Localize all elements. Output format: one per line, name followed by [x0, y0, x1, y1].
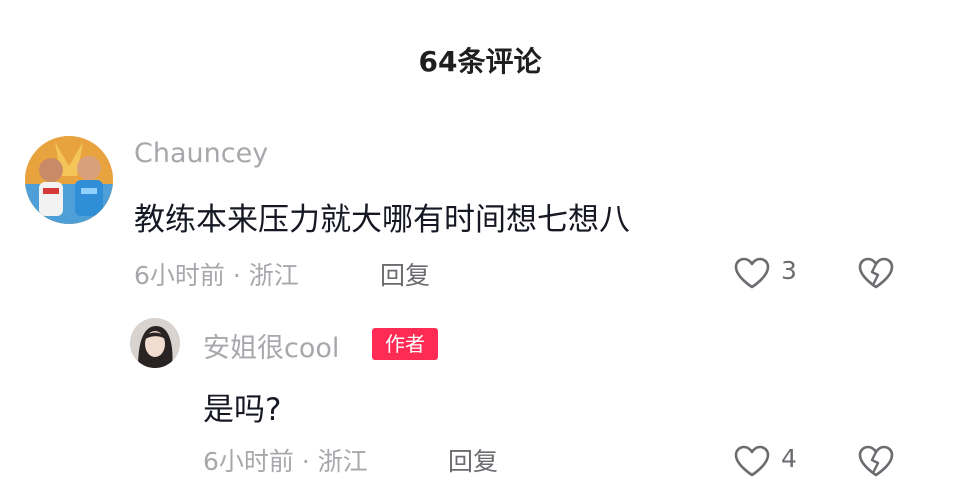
- avatar[interactable]: [130, 318, 180, 368]
- reply-button[interactable]: 回复: [448, 442, 498, 478]
- author-badge: 作者: [372, 328, 438, 360]
- comments-panel: 64条评论 Chauncey 教练本来压力就大哪有时间想七想八 6小时前 · 浙…: [0, 0, 960, 503]
- comment-username[interactable]: 安姐很cool: [203, 326, 339, 365]
- comment-username[interactable]: Chauncey: [134, 138, 268, 169]
- broken-heart-icon[interactable]: [857, 256, 895, 290]
- like-count: 4: [781, 444, 797, 473]
- avatar[interactable]: [25, 136, 113, 224]
- comment-count-title: 64条评论: [418, 45, 542, 78]
- avatar-photo-icon: [25, 136, 113, 224]
- comment-meta: 6小时前 · 浙江: [134, 261, 299, 290]
- heart-icon[interactable]: [733, 256, 771, 290]
- reply-button[interactable]: 回复: [380, 256, 430, 292]
- like-count: 3: [781, 256, 797, 285]
- avatar-photo-icon: [130, 318, 180, 368]
- comment-meta: 6小时前 · 浙江: [203, 447, 368, 476]
- broken-heart-icon[interactable]: [857, 444, 895, 478]
- heart-icon[interactable]: [733, 444, 771, 478]
- comment-text: 是吗?: [203, 392, 282, 428]
- comment-text: 教练本来压力就大哪有时间想七想八: [134, 202, 630, 238]
